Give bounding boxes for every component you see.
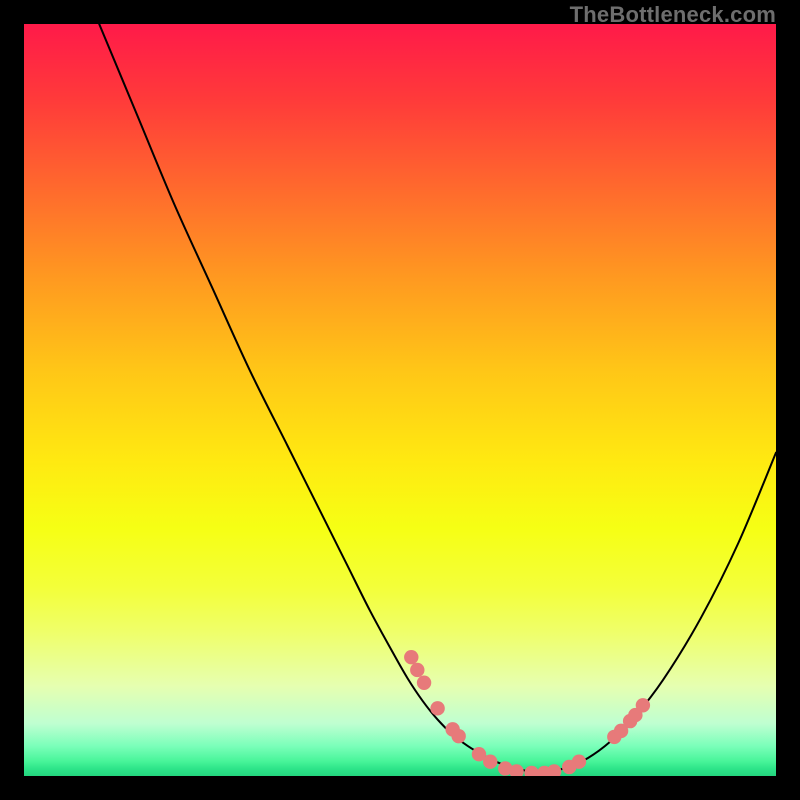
data-point: [572, 755, 586, 769]
data-point: [430, 701, 444, 715]
data-point: [636, 698, 650, 712]
data-point: [483, 755, 497, 769]
plot-area: [24, 24, 776, 776]
watermark-label: TheBottleneck.com: [570, 2, 776, 28]
data-point: [404, 650, 418, 664]
data-point: [451, 729, 465, 743]
chart-canvas: TheBottleneck.com: [0, 0, 800, 800]
data-markers: [24, 24, 776, 776]
data-point: [417, 676, 431, 690]
data-point: [410, 663, 424, 677]
data-point: [547, 764, 561, 776]
data-point: [524, 766, 538, 776]
